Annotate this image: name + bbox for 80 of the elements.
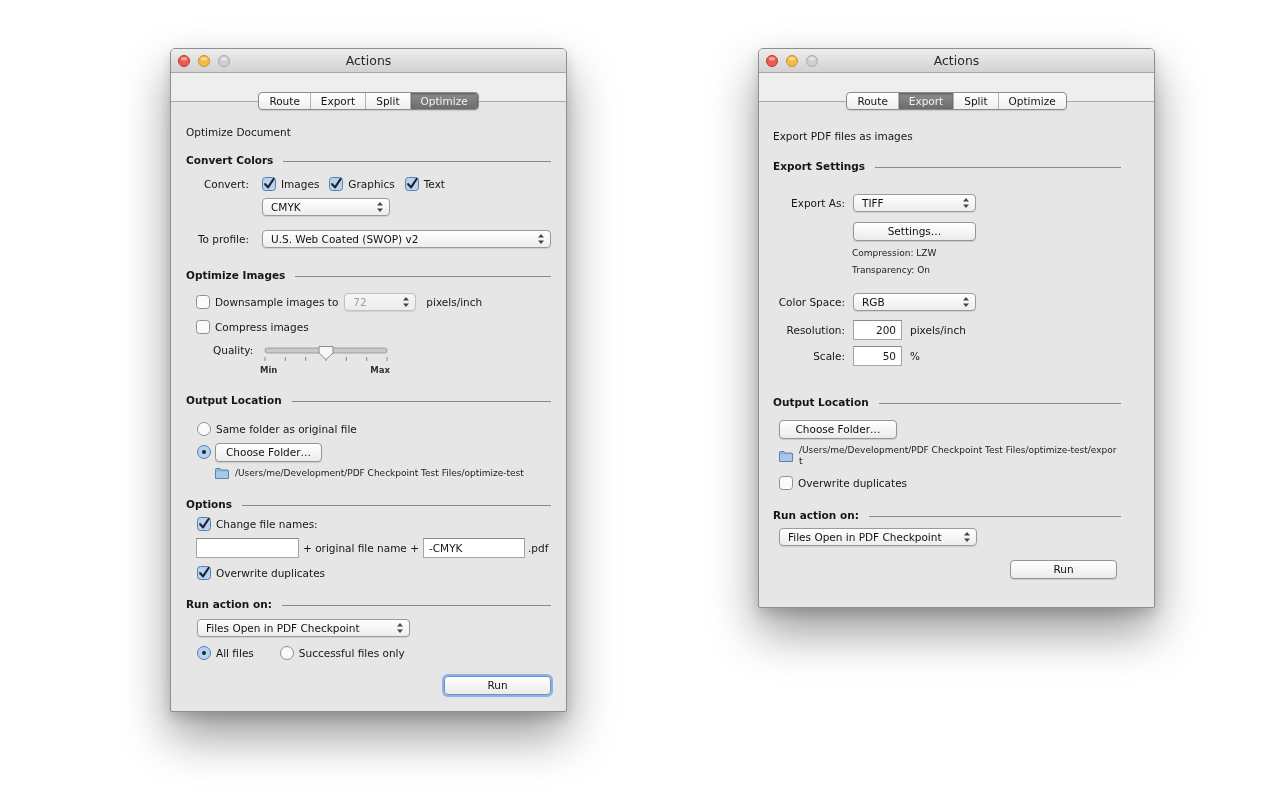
popup-button[interactable]: U.S. Web Coated (SWOP) v2 xyxy=(262,230,551,248)
info-text: Compression: LZW xyxy=(852,248,937,258)
folder-icon xyxy=(779,450,793,462)
tab[interactable]: Optimize xyxy=(997,93,1066,109)
description-text: Optimize Document xyxy=(186,126,291,138)
unit-label: .pdf xyxy=(527,542,549,554)
slider-thumb[interactable] xyxy=(318,346,334,360)
popup-button[interactable]: Files Open in PDF Checkpoint xyxy=(779,528,977,546)
popup-button[interactable]: TIFF xyxy=(853,194,976,212)
minimize-button[interactable] xyxy=(198,54,210,67)
quality-slider[interactable] xyxy=(264,346,388,360)
checkbox[interactable]: Change file names: xyxy=(197,517,318,531)
up-down-arrows-icon xyxy=(377,202,383,212)
field-label: Convert: xyxy=(202,178,249,190)
field-label: Color Space: xyxy=(777,296,845,308)
checkbox[interactable]: Downsample images to xyxy=(196,295,339,309)
radio-button[interactable]: Successful files only xyxy=(279,646,405,660)
field-label: Export As: xyxy=(790,197,845,209)
section-heading: Output Location xyxy=(186,394,282,406)
field-label: Resolution: xyxy=(785,324,845,336)
scale-label: Max xyxy=(370,365,390,375)
tab[interactable]: Export xyxy=(309,93,366,109)
tab[interactable]: Export xyxy=(897,93,954,109)
info-text: Transparency: On xyxy=(852,265,931,275)
choose-folder-button[interactable]: Choose Folder… xyxy=(215,442,322,462)
tab[interactable]: Split xyxy=(365,93,410,109)
description-text: Export PDF files as images xyxy=(773,130,913,142)
checkbox[interactable]: Overwrite duplicates xyxy=(197,566,326,580)
checkbox[interactable]: Graphics xyxy=(329,177,395,191)
popup-button[interactable]: Files Open in PDF Checkpoint xyxy=(197,619,410,637)
field-label: To profile: xyxy=(196,233,249,245)
field-label: + original file name + xyxy=(303,542,419,554)
checkbox[interactable]: Overwrite duplicates xyxy=(779,476,908,490)
window-title: Actions xyxy=(345,53,392,68)
text-field[interactable]: -CMYK xyxy=(422,538,525,558)
tab[interactable]: Split xyxy=(953,93,998,109)
minimize-button[interactable] xyxy=(786,54,798,67)
checkbox[interactable]: Compress images xyxy=(196,320,309,334)
section-heading: Output Location xyxy=(773,396,869,408)
close-button[interactable] xyxy=(766,54,778,67)
up-down-arrows-icon xyxy=(403,297,410,307)
folder-path: /Users/me/Development/PDF Checkpoint Test Files/optimize-test xyxy=(235,467,524,479)
section-heading: Export Settings xyxy=(773,160,866,172)
unit-label: pixels/inch xyxy=(426,296,483,308)
section-heading: Run action on: xyxy=(186,598,272,610)
tab[interactable]: Optimize xyxy=(409,93,478,109)
section-heading: Convert Colors xyxy=(186,154,274,166)
unit-label: pixels/inch xyxy=(910,324,966,336)
checkbox[interactable]: Images xyxy=(262,177,320,191)
folder-path: /Users/me/Development/PDF Checkpoint Test Files/optimize-test/export xyxy=(799,445,1118,467)
run-button[interactable]: Run xyxy=(1010,559,1117,579)
field-label: Quality: xyxy=(213,344,255,356)
field-label: Scale: xyxy=(812,350,845,362)
section-heading: Optimize Images xyxy=(186,269,286,281)
run-button[interactable]: Run xyxy=(444,675,551,695)
text-field[interactable] xyxy=(196,538,299,558)
settings-button[interactable]: Settings… xyxy=(853,221,976,241)
up-down-arrows-icon xyxy=(963,297,969,307)
scale-label: Min xyxy=(260,365,278,375)
close-button[interactable] xyxy=(178,54,190,67)
up-down-arrows-icon xyxy=(964,532,970,542)
section-heading: Run action on: xyxy=(773,509,859,521)
window-title: Actions xyxy=(933,53,980,68)
checkbox[interactable]: Text xyxy=(404,177,445,191)
text-field[interactable]: 50 xyxy=(853,346,902,366)
radio-button[interactable]: All files xyxy=(197,646,254,660)
radio-button[interactable]: Same folder as original file xyxy=(197,422,357,436)
up-down-arrows-icon xyxy=(963,198,969,208)
up-down-arrows-icon xyxy=(538,234,544,244)
popup-button[interactable]: CMYK xyxy=(262,198,390,216)
text-field[interactable]: 200 xyxy=(853,320,902,340)
popup-button[interactable]: RGB xyxy=(853,293,976,311)
folder-icon xyxy=(215,467,229,479)
choose-folder-button[interactable]: Choose Folder… xyxy=(779,419,897,439)
unit-label: % xyxy=(910,350,920,362)
section-heading: Options xyxy=(186,498,232,510)
tab[interactable]: Route xyxy=(259,93,310,109)
up-down-arrows-icon xyxy=(397,623,403,633)
tab[interactable]: Route xyxy=(847,93,898,109)
radio-button[interactable] xyxy=(197,445,211,459)
